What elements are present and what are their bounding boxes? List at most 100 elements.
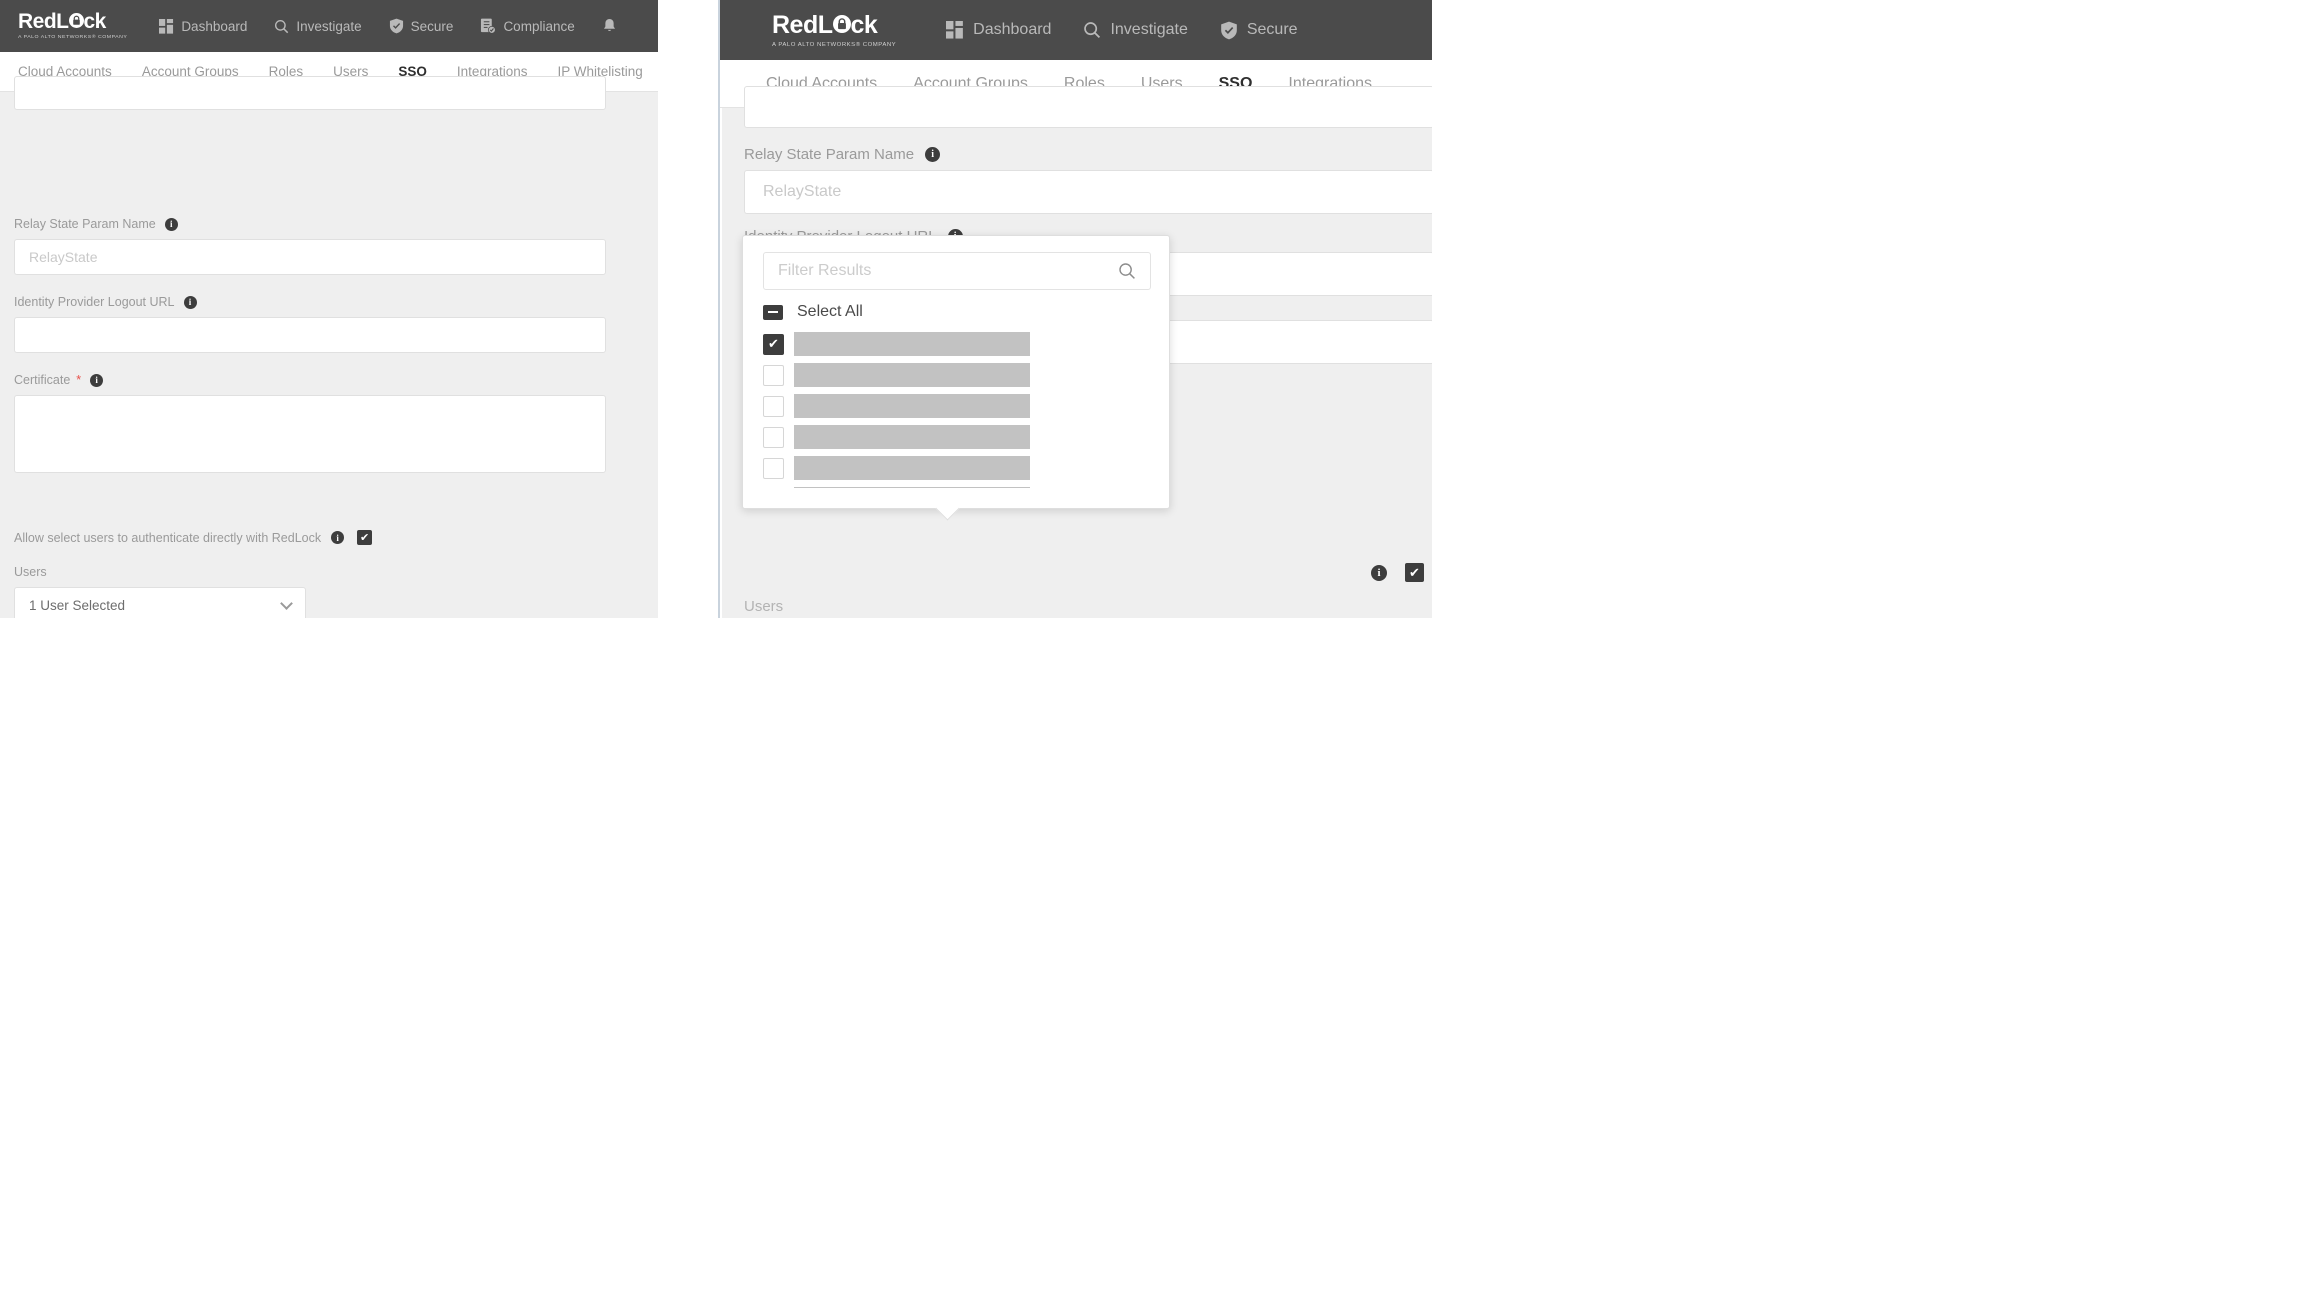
- idp-logout-input[interactable]: [14, 317, 606, 353]
- redlock-logo[interactable]: RedL ck A PALO ALTO NETWORKS® COMPANY: [772, 10, 897, 48]
- search-icon[interactable]: [1118, 262, 1136, 280]
- indeterminate-glyph: [768, 310, 778, 314]
- relay-state-label: Relay State Param Name i: [744, 146, 941, 163]
- brand-name-part1: RedL: [772, 10, 833, 39]
- nav-label: Investigate: [1110, 21, 1188, 38]
- option-checkbox[interactable]: ✔: [763, 333, 784, 355]
- allow-direct-auth-label: Allow select users to authenticate direc…: [14, 530, 322, 545]
- brand-name-part2: ck: [83, 10, 107, 34]
- option-checkbox[interactable]: [763, 426, 784, 448]
- users-label: Users: [744, 598, 783, 615]
- info-icon[interactable]: i: [183, 295, 197, 309]
- users-label-text: Users: [744, 598, 784, 615]
- nav-item-alerts[interactable]: [602, 18, 617, 34]
- allow-direct-auth-row: Allow select users to authenticate direc…: [744, 563, 1432, 582]
- allow-direct-auth-checkbox[interactable]: ✔: [357, 530, 373, 545]
- option-label-redacted: [794, 456, 1030, 480]
- idp-logout-label-text: Identity Provider Logout URL: [14, 295, 175, 309]
- list-item[interactable]: [763, 487, 1155, 488]
- option-label-redacted: [794, 487, 1030, 488]
- check-glyph: ✔: [768, 336, 779, 351]
- relay-state-placeholder: RelayState: [763, 183, 842, 200]
- check-glyph: ✔: [1409, 564, 1420, 580]
- certificate-textarea[interactable]: [14, 395, 606, 473]
- check-glyph: ✔: [359, 532, 370, 544]
- search-icon: [274, 19, 289, 34]
- brand-tagline: A PALO ALTO NETWORKS® COMPANY: [18, 34, 128, 41]
- nav-label: Dashboard: [181, 18, 248, 34]
- option-label-redacted: [794, 363, 1030, 387]
- users-dropdown-popover: Filter Results Select All ✔: [742, 235, 1170, 521]
- option-label-redacted: [794, 332, 1030, 356]
- left-sso-form: Relay State Param Name i RelayState Iden…: [0, 76, 658, 618]
- list-item[interactable]: [763, 456, 1155, 480]
- nav-label: Secure: [410, 18, 454, 34]
- left-browser-panel: RedL ck A PALO ALTO NETWORKS® COMPANY Da…: [0, 0, 658, 618]
- top-clipped-input[interactable]: [744, 86, 1432, 128]
- lock-icon: [68, 13, 84, 29]
- top-clipped-input[interactable]: [14, 76, 606, 110]
- users-option-list: ✔: [763, 330, 1155, 488]
- nav-item-secure[interactable]: Secure: [1220, 21, 1298, 40]
- nav-label: Compliance: [503, 18, 575, 34]
- info-icon[interactable]: i: [331, 531, 345, 544]
- filter-results-input[interactable]: Filter Results: [763, 252, 1151, 290]
- relay-state-placeholder: RelayState: [29, 249, 98, 265]
- relay-state-label: Relay State Param Name i: [14, 217, 178, 231]
- nav-item-compliance[interactable]: Compliance: [480, 18, 575, 34]
- option-checkbox[interactable]: [763, 395, 784, 417]
- lock-icon: [832, 14, 851, 33]
- allow-direct-auth-checkbox[interactable]: ✔: [1405, 563, 1424, 582]
- brand-tagline: A PALO ALTO NETWORKS® COMPANY: [772, 41, 897, 48]
- relay-state-input[interactable]: RelayState: [14, 239, 606, 275]
- right-browser-panel: RedL ck A PALO ALTO NETWORKS® COMPANY Da…: [718, 0, 1432, 618]
- relay-state-label-text: Relay State Param Name: [14, 217, 156, 231]
- nav-label: Secure: [1246, 21, 1298, 38]
- left-top-navbar: RedL ck A PALO ALTO NETWORKS® COMPANY Da…: [0, 0, 658, 52]
- required-asterisk: *: [76, 373, 82, 387]
- users-select-value: 1 User Selected: [29, 597, 126, 613]
- list-item[interactable]: [763, 425, 1155, 449]
- allow-direct-auth-row: Allow select users to authenticate direc…: [14, 530, 373, 545]
- screenshot-stage: RedL ck A PALO ALTO NETWORKS® COMPANY Da…: [0, 0, 2304, 1296]
- info-icon[interactable]: i: [90, 373, 104, 387]
- nav-item-dashboard[interactable]: Dashboard: [159, 18, 248, 34]
- redlock-logo[interactable]: RedL ck A PALO ALTO NETWORKS® COMPANY: [18, 11, 127, 40]
- users-label: Users: [14, 565, 47, 579]
- shield-check-icon: [389, 18, 404, 34]
- right-nav-items: Dashboard Investigate Secure: [946, 21, 1298, 40]
- select-all-row[interactable]: Select All: [763, 302, 863, 322]
- nav-item-investigate[interactable]: Investigate: [274, 18, 362, 34]
- right-top-navbar: RedL ck A PALO ALTO NETWORKS® COMPANY Da…: [720, 0, 1432, 60]
- option-label-redacted: [794, 394, 1030, 418]
- relay-state-input[interactable]: RelayState: [744, 170, 1432, 214]
- option-checkbox[interactable]: [763, 364, 784, 386]
- nav-item-secure[interactable]: Secure: [389, 18, 454, 34]
- checklist-icon: [480, 18, 497, 34]
- certificate-label: Certificate * i: [14, 373, 104, 387]
- nav-item-investigate[interactable]: Investigate: [1083, 21, 1188, 39]
- certificate-label-text: Certificate: [14, 373, 71, 387]
- list-item[interactable]: ✔: [763, 332, 1155, 356]
- users-label-text: Users: [14, 565, 47, 579]
- info-icon[interactable]: i: [164, 217, 178, 231]
- info-icon[interactable]: i: [925, 147, 941, 162]
- grid-icon: [159, 18, 174, 34]
- filter-results-placeholder: Filter Results: [778, 262, 872, 279]
- relay-state-label-text: Relay State Param Name: [744, 146, 915, 163]
- list-item[interactable]: [763, 394, 1155, 418]
- allow-direct-auth-label: Allow select users to authenticate direc…: [1431, 572, 1432, 573]
- select-all-label: Select All: [797, 303, 863, 320]
- brand-name-part2: ck: [850, 10, 878, 39]
- users-select[interactable]: 1 User Selected: [14, 587, 306, 618]
- brand-name-part1: RedL: [18, 10, 69, 34]
- select-all-checkbox[interactable]: [763, 304, 783, 320]
- nav-label: Investigate: [296, 18, 362, 34]
- chevron-down-icon: [280, 596, 293, 610]
- list-item[interactable]: [763, 363, 1155, 387]
- grid-icon: [946, 21, 964, 39]
- nav-label: Dashboard: [973, 21, 1052, 38]
- info-icon[interactable]: i: [1371, 564, 1387, 581]
- nav-item-dashboard[interactable]: Dashboard: [946, 21, 1051, 39]
- option-checkbox[interactable]: [763, 457, 784, 479]
